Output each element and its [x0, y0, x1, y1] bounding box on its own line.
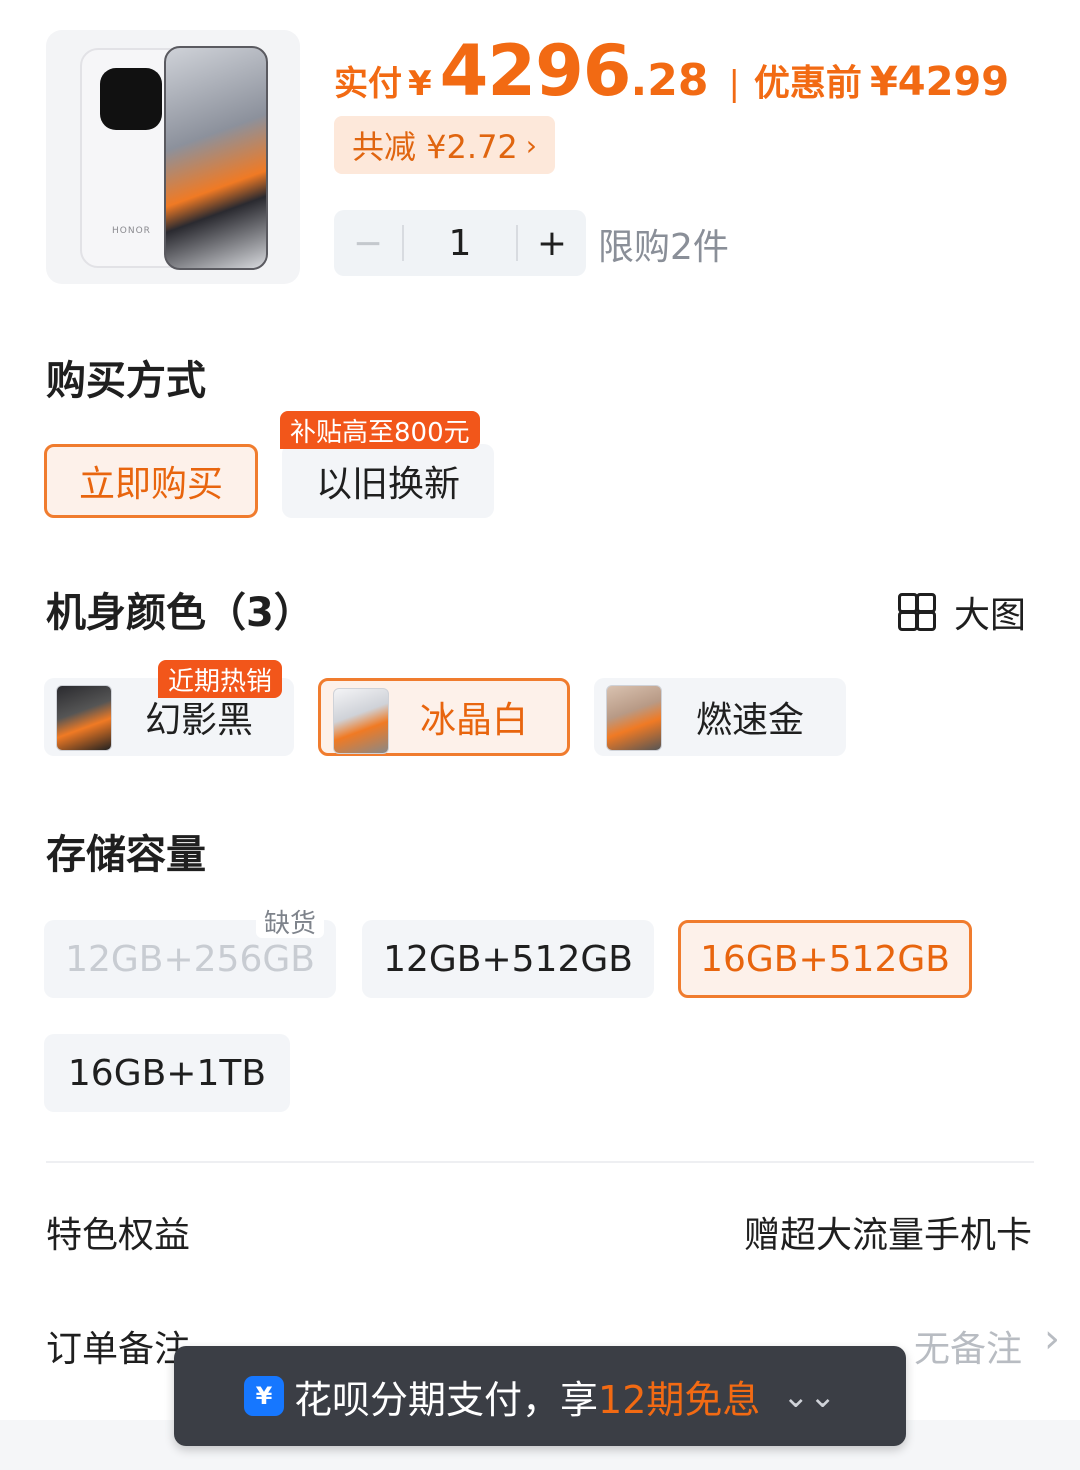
option-label: 冰晶白: [419, 700, 528, 741]
color-option-white[interactable]: 冰晶白: [318, 678, 570, 756]
price-separator: |: [728, 64, 740, 104]
option-buy-now[interactable]: 立即购买: [44, 444, 258, 518]
benefit-value: 赠超大流量手机卡: [743, 1215, 1032, 1256]
banner-highlight: 12期免息: [598, 1377, 761, 1422]
brand-text: HONOR: [112, 226, 151, 236]
expand-down-icon[interactable]: ⌄⌄: [782, 1377, 836, 1415]
chevron-right-icon: ›: [525, 128, 537, 162]
purchase-method-title: 购买方式: [46, 358, 206, 404]
increase-button[interactable]: +: [518, 223, 586, 264]
color-option-gold[interactable]: 燃速金: [594, 678, 846, 756]
installment-banner[interactable]: ¥ 花呗分期支付，享 12期免息 ⌄⌄: [174, 1346, 906, 1446]
discount-detail-button[interactable]: 共减 ¥2.72 ›: [334, 116, 555, 174]
purchase-limit-text: 限购2件: [598, 227, 729, 268]
option-label: 幻影黑: [144, 700, 253, 741]
color-thumbnail: [606, 685, 662, 751]
decrease-button[interactable]: −: [334, 223, 402, 264]
price-decimal: .28: [630, 55, 709, 106]
option-trade-in[interactable]: 以旧换新: [282, 444, 494, 518]
option-label: 16GB+512GB: [700, 938, 950, 980]
option-label: 以旧换新: [315, 464, 460, 505]
option-label: 12GB+512GB: [383, 938, 633, 980]
option-label: 燃速金: [695, 700, 804, 741]
section-divider: [46, 1161, 1034, 1163]
grid-icon: [898, 593, 936, 631]
subsidy-tag: 补贴高至800元: [280, 411, 480, 449]
hot-sale-tag: 近期热销: [158, 660, 283, 698]
option-label: 12GB+256GB: [65, 938, 315, 980]
banner-text: 花呗分期支付，享: [294, 1377, 599, 1422]
out-of-stock-tag: 缺货: [256, 904, 325, 939]
price-label: 实付: [334, 64, 402, 104]
original-price-label: 优惠前: [753, 63, 862, 104]
option-label: 16GB+1TB: [67, 1052, 267, 1094]
chevron-right-icon[interactable]: ›: [1044, 1316, 1060, 1362]
option-label: 立即购买: [78, 464, 223, 505]
color-thumbnail: [333, 688, 389, 754]
discount-label: 共减 ¥2.72: [352, 128, 518, 166]
storage-title: 存储容量: [46, 832, 206, 878]
price-integer: 4296: [439, 30, 632, 112]
big-view-label: 大图: [954, 595, 1027, 636]
benefit-label: 特色权益: [46, 1215, 191, 1256]
product-image[interactable]: HONOR: [46, 30, 300, 284]
huabei-icon: ¥: [244, 1376, 284, 1416]
camera-module-icon: [100, 68, 162, 130]
quantity-stepper: − 1 +: [334, 210, 586, 276]
currency-symbol: ¥: [408, 64, 432, 104]
order-note-label: 订单备注: [46, 1329, 191, 1370]
color-thumbnail: [56, 685, 112, 751]
original-price: ¥4299: [869, 59, 1010, 105]
price-row: 实付 ¥ 4296 .28 | 优惠前 ¥4299: [334, 30, 1009, 112]
big-view-button[interactable]: 大图: [898, 586, 1026, 638]
storage-option-16-1tb[interactable]: 16GB+1TB: [44, 1034, 290, 1112]
phone-front-illustration: [164, 46, 268, 270]
storage-option-12-512[interactable]: 12GB+512GB: [362, 920, 654, 998]
order-note-value[interactable]: 无备注: [914, 1320, 1022, 1372]
storage-option-16-512[interactable]: 16GB+512GB: [678, 920, 972, 998]
quantity-value[interactable]: 1: [404, 223, 516, 264]
color-title: 机身颜色（3）: [46, 590, 314, 636]
